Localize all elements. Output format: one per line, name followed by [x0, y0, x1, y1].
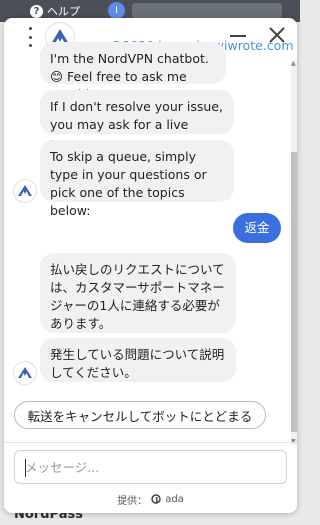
- cancel-transfer-button[interactable]: 転送をキャンセルしてボットにとどまる: [14, 401, 266, 429]
- bot-avatar: [14, 362, 36, 384]
- powered-by: 提供： ada: [4, 492, 297, 507]
- chat-message-user: 返金: [233, 213, 281, 243]
- help-label: ヘルプ: [47, 5, 80, 18]
- background-search-bar[interactable]: [132, 3, 282, 18]
- chat-message-bot: If I don't resolve your issue, you may a…: [40, 90, 234, 150]
- minimize-icon[interactable]: [230, 35, 246, 37]
- chat-message-bot: 発生している問題について説明してください。: [40, 338, 236, 382]
- chat-panel: @2020 icameisawiwrote.com I'm the NordVP…: [4, 18, 297, 513]
- chat-message-bot: 払い戻しのリクエストについては、カスタマーサポートマネージャーの1人に連絡する必…: [40, 253, 236, 333]
- account-avatar[interactable]: I: [108, 2, 125, 19]
- help-link[interactable]: ? ヘルプ: [30, 3, 80, 19]
- chat-message-bot: I'm the NordVPN chatbot. 😊 Feel free to …: [40, 42, 226, 102]
- message-input[interactable]: [15, 451, 286, 483]
- scroll-down-icon[interactable]: ▼: [291, 438, 297, 445]
- scroll-up-icon[interactable]: ▲: [291, 60, 297, 67]
- ada-logo-icon: [151, 494, 161, 504]
- powered-by-label: 提供：: [117, 495, 148, 507]
- message-input-box[interactable]: [14, 450, 287, 484]
- bot-avatar: [14, 180, 36, 202]
- text-caret: [25, 459, 26, 477]
- help-icon: ?: [30, 4, 43, 18]
- composer-divider: [4, 442, 297, 443]
- powered-by-brand: ada: [165, 493, 184, 505]
- chat-scrollbar[interactable]: ▲ ▼: [291, 60, 297, 445]
- scroll-thumb[interactable]: [291, 152, 297, 432]
- chat-message-bot: To skip a queue, simply type in your que…: [40, 140, 234, 218]
- more-options-icon[interactable]: [26, 27, 34, 47]
